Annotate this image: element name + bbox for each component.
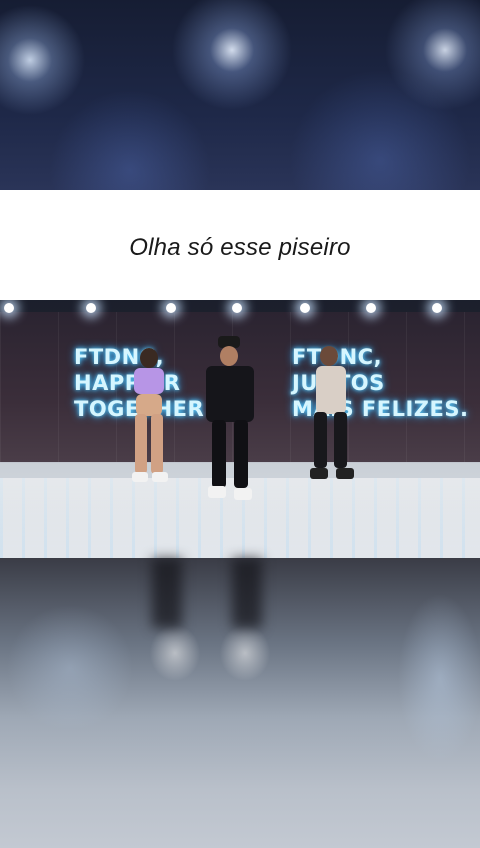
video-frame[interactable]: FTDNC, HAPPIER TOGETHER FTDNC, JUNTOS MA… — [0, 300, 480, 558]
ceiling-light — [300, 303, 310, 313]
dancer-center — [198, 336, 262, 508]
ceiling-light — [232, 303, 242, 313]
ceiling-light — [366, 303, 376, 313]
short-video-screen[interactable]: Olha só esse piseiro FTDNC, HAPPIER TOGE… — [0, 0, 480, 848]
ceiling-light — [86, 303, 96, 313]
ceiling-light — [432, 303, 442, 313]
ceiling-light — [166, 303, 176, 313]
dancer-right — [306, 346, 356, 486]
video-caption: Olha só esse piseiro — [129, 234, 351, 261]
blurred-leg — [152, 558, 182, 628]
blurred-background-bottom — [0, 558, 480, 848]
blurred-background-top — [0, 0, 480, 190]
blurred-leg — [232, 558, 262, 628]
dancer-left — [128, 348, 172, 493]
ceiling-light — [4, 303, 14, 313]
